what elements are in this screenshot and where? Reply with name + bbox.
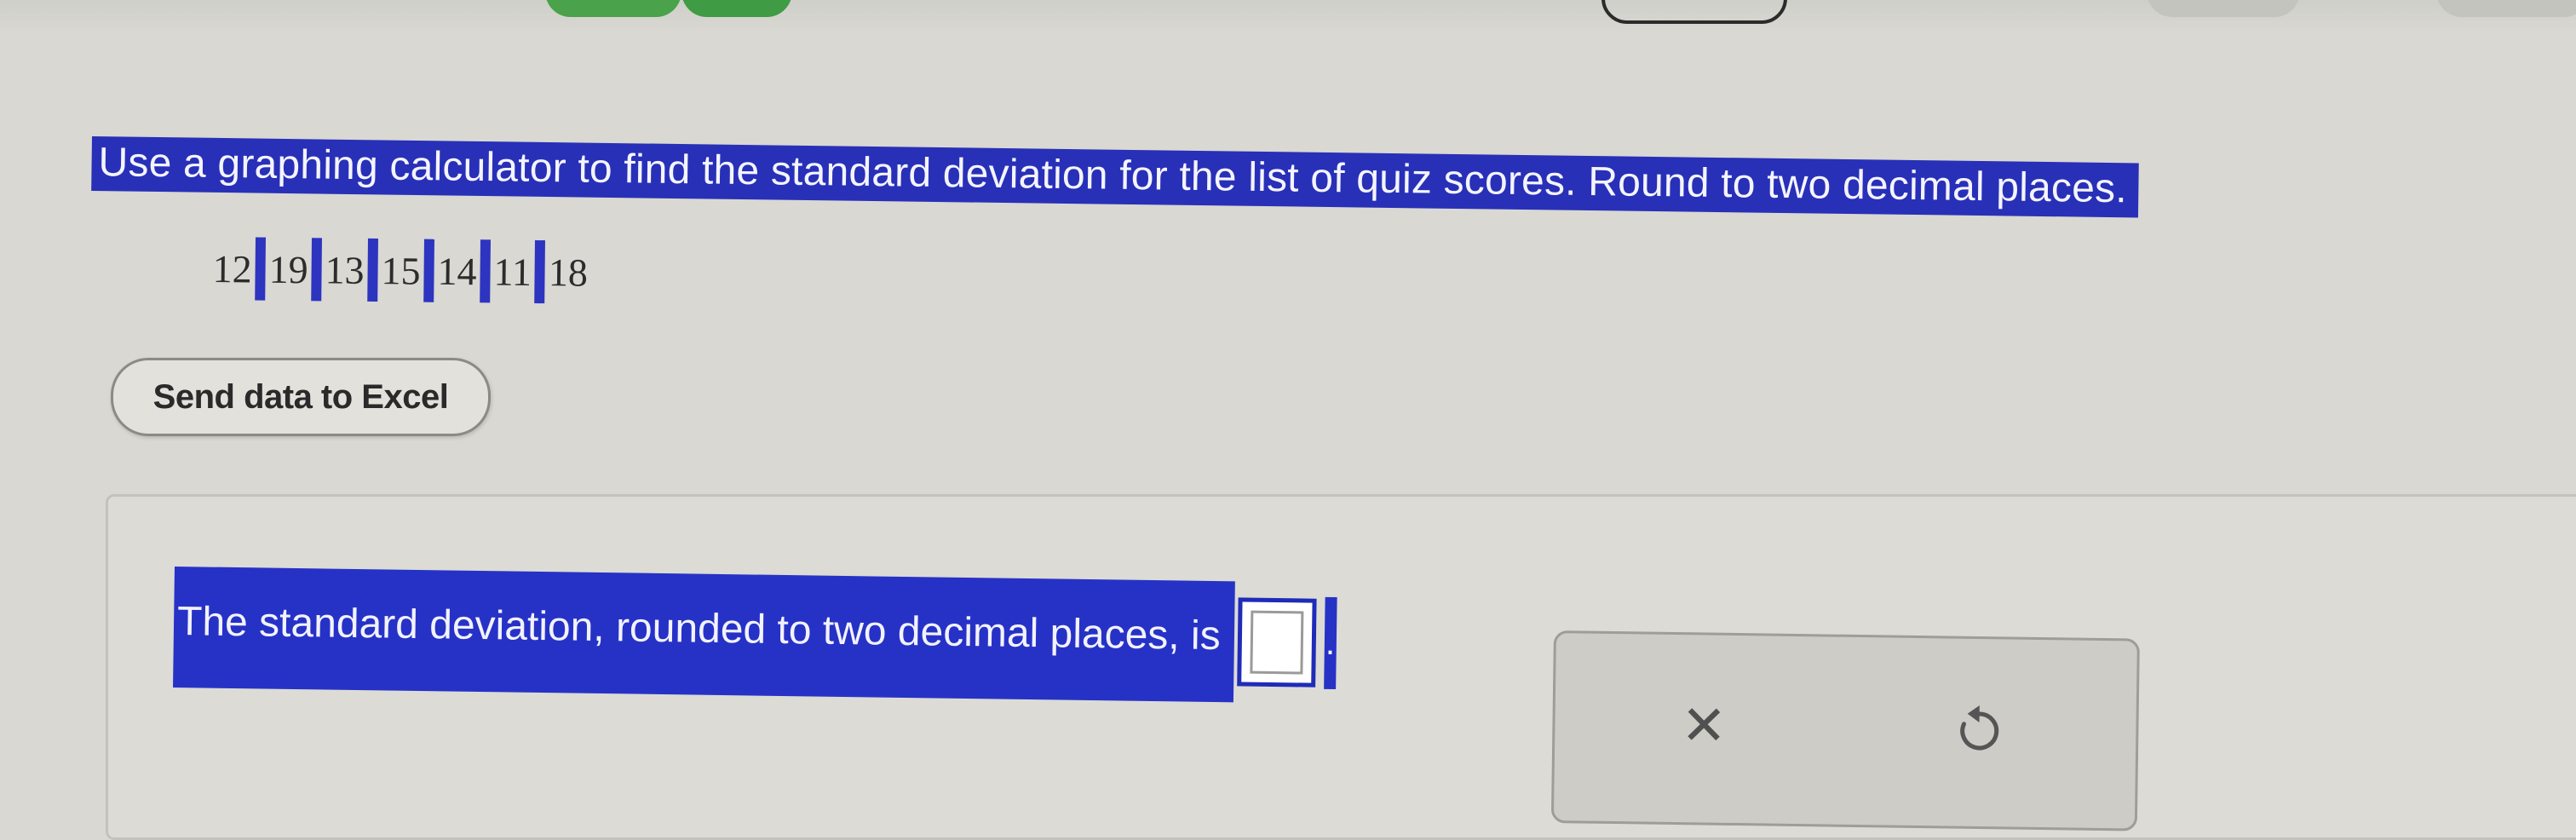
score-value: 15	[381, 248, 421, 293]
score-value: 13	[325, 247, 365, 292]
score-value: 11	[493, 249, 532, 294]
answer-input-field[interactable]	[1236, 597, 1317, 688]
score-item: 18	[547, 250, 590, 296]
top-toolbar-strip	[0, 0, 2576, 34]
score-value: 14	[437, 249, 477, 293]
score-item: 12	[210, 237, 267, 301]
top-grey-button[interactable]	[2147, 0, 2300, 17]
score-separator	[367, 238, 378, 302]
top-outline-button[interactable]	[1601, 0, 1787, 24]
score-item: 15	[379, 239, 436, 302]
answer-prompt: The standard deviation, rounded to two d…	[173, 567, 1235, 703]
score-separator	[423, 239, 434, 302]
score-separator	[480, 239, 491, 303]
send-data-to-excel-button[interactable]: Send data to Excel	[111, 358, 491, 436]
score-item: 13	[323, 238, 380, 302]
score-separator	[534, 239, 546, 304]
score-separator	[311, 238, 322, 302]
question-text: Use a graphing calculator to find the st…	[91, 136, 2140, 218]
answer-row: The standard deviation, rounded to two d…	[173, 567, 1337, 704]
undo-icon[interactable]	[1953, 702, 2005, 757]
x-icon[interactable]: ✕	[1681, 694, 1728, 757]
score-value: 19	[268, 247, 308, 291]
score-value: 18	[548, 250, 589, 295]
top-green-button[interactable]	[545, 0, 681, 17]
score-item: 19	[267, 238, 324, 302]
answer-tools-box: ✕	[1550, 630, 2140, 831]
quiz-scores-list: 12 19 13 15 14 11 18	[210, 237, 589, 304]
top-grey-button-2[interactable]	[2436, 0, 2576, 17]
answer-period: .	[1323, 596, 1337, 690]
score-separator	[255, 237, 266, 301]
score-value: 12	[212, 246, 252, 291]
score-item: 11	[492, 239, 547, 304]
top-green-button-2[interactable]	[681, 0, 792, 17]
score-item: 14	[435, 239, 492, 303]
